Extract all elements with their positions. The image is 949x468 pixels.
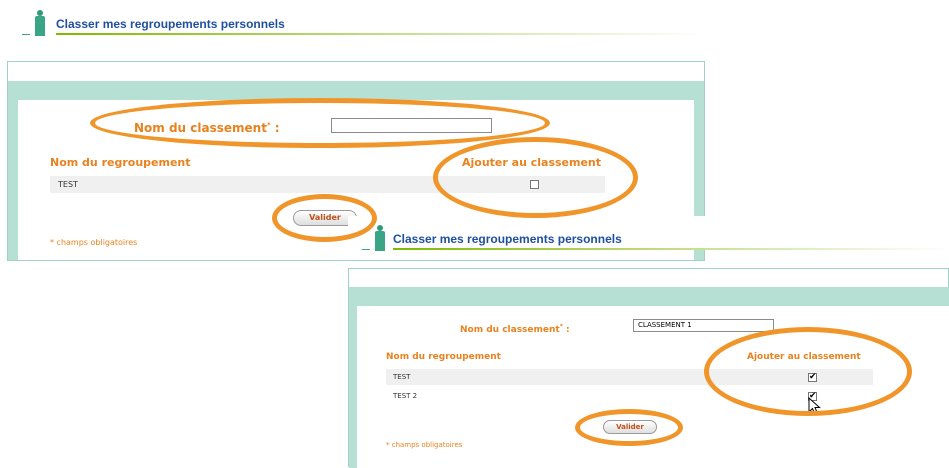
title-underline — [56, 33, 706, 35]
page-title: Classer mes regroupements personnels — [56, 17, 285, 31]
page-title: Classer mes regroupements personnels — [393, 232, 622, 246]
classement-name-label: Nom du classement* : — [134, 121, 280, 135]
checkbox-icon[interactable]: ✔ — [808, 373, 817, 382]
required-note: * champs obligatoires — [50, 238, 138, 247]
form-panel — [348, 268, 949, 468]
required-note: * champs obligatoires — [386, 441, 463, 449]
classement-name-input[interactable]: CLASSEMENT 1 — [633, 319, 774, 332]
classement-name-input[interactable] — [331, 118, 492, 133]
row-label: TEST 2 — [393, 392, 418, 400]
person-icon — [362, 225, 392, 251]
row-label: TEST — [58, 180, 78, 189]
person-icon — [22, 10, 52, 36]
valider-button[interactable]: Valider — [603, 420, 657, 434]
column-header-add: Ajouter au classement — [462, 156, 602, 169]
column-header-group: Nom du regroupement — [386, 352, 501, 362]
column-header-group: Nom du regroupement — [50, 156, 191, 169]
row-label: TEST — [393, 373, 411, 381]
checkbox-icon[interactable] — [530, 180, 539, 189]
column-header-add: Ajouter au classement — [747, 352, 861, 362]
table-row — [50, 176, 605, 193]
title-underline — [393, 248, 949, 250]
mouse-pointer-icon — [808, 397, 821, 416]
classement-name-label: Nom du classement* : — [460, 323, 570, 335]
table-row — [386, 369, 873, 385]
